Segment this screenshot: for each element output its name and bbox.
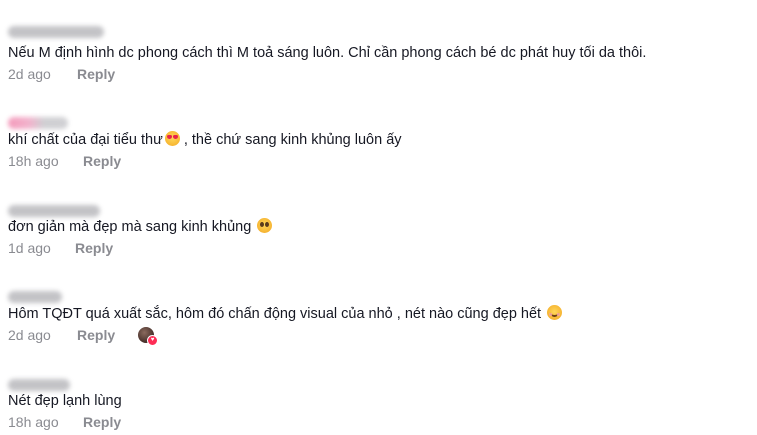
comment-text-line: khí chất của đại tiểu thư , thề chứ sang… [8,131,402,149]
heart-icon: ♥ [147,335,158,346]
reply-button[interactable]: Reply [83,413,121,431]
comment-meta: 2d ago Reply [8,65,115,83]
reply-button[interactable]: Reply [75,239,113,257]
comment-timestamp: 18h ago [8,414,59,430]
comment-timestamp: 2d ago [8,66,51,82]
blurred-username[interactable] [8,205,100,217]
comment-timestamp: 1d ago [8,240,51,256]
blurred-username[interactable] [8,291,62,303]
comment-text: Nét đẹp lạnh lùng [8,393,122,409]
comment-text-continued: , thề chứ sang kinh khủng luôn ấy [183,132,402,148]
comment-text: đơn giản mà đẹp mà sang kinh khủng [8,219,252,235]
reply-button[interactable]: Reply [83,152,121,170]
comment-meta: 18h ago Reply [8,152,121,170]
smiling-face-emoji-icon [547,305,563,320]
comment-meta: 2d ago Reply [8,326,115,344]
comment-timestamp: 2d ago [8,327,51,343]
comment-list: Nếu M định hình dc phong cách thì M toả … [0,0,757,435]
heart-eyes-emoji-icon [164,131,180,146]
comment-text: khí chất của đại tiểu thư [8,132,163,148]
reply-button[interactable]: Reply [77,65,115,83]
comment-meta: 18h ago Reply [8,413,121,431]
blurred-username[interactable] [8,379,70,391]
blurred-username[interactable] [8,117,68,129]
comment-meta: 1d ago Reply [8,239,113,257]
comment-text-line: Hôm TQĐT quá xuất sắc, hôm đó chấn động … [8,305,563,323]
comment-text: Nếu M định hình dc phong cách thì M toả … [8,45,647,61]
reply-button[interactable]: Reply [77,326,115,344]
blurred-username[interactable] [8,26,104,38]
comment-timestamp: 18h ago [8,153,59,169]
comment-text: Hôm TQĐT quá xuất sắc, hôm đó chấn động … [8,306,542,322]
comment-text-line: đơn giản mà đẹp mà sang kinh khủng [8,218,273,236]
pleading-face-emoji-icon [257,218,273,233]
